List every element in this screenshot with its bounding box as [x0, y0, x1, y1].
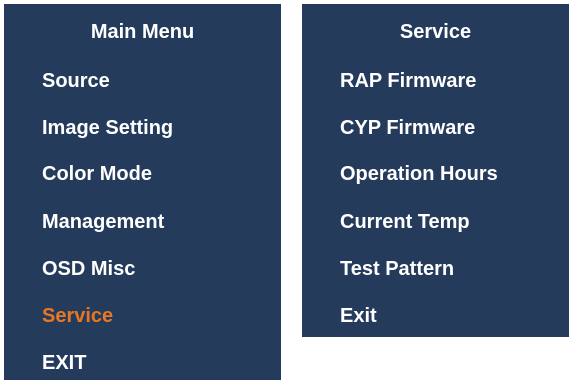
menu-item-source[interactable]: Source [42, 67, 110, 95]
menu-item-exit[interactable]: EXIT [42, 349, 86, 377]
menu-item-management[interactable]: Management [42, 208, 164, 236]
service-item-cyp-firmware[interactable]: CYP Firmware [340, 114, 475, 142]
menu-item-image-setting[interactable]: Image Setting [42, 114, 173, 142]
menu-item-service[interactable]: Service [42, 302, 113, 330]
service-item-rap-firmware[interactable]: RAP Firmware [340, 67, 476, 95]
menu-item-color-mode[interactable]: Color Mode [42, 160, 152, 188]
main-menu-title: Main Menu [90, 21, 195, 43]
menu-item-osd-misc[interactable]: OSD Misc [42, 255, 135, 283]
service-item-operation-hours[interactable]: Operation Hours [340, 160, 498, 188]
service-item-test-pattern[interactable]: Test Pattern [340, 255, 454, 283]
service-item-current-temp[interactable]: Current Temp [340, 208, 470, 236]
service-menu-panel: Service RAP Firmware CYP Firmware Operat… [302, 4, 569, 337]
service-menu-title: Service [399, 21, 472, 43]
main-menu-panel: Main Menu Source Image Setting Color Mod… [4, 4, 281, 380]
service-item-exit[interactable]: Exit [340, 302, 377, 330]
